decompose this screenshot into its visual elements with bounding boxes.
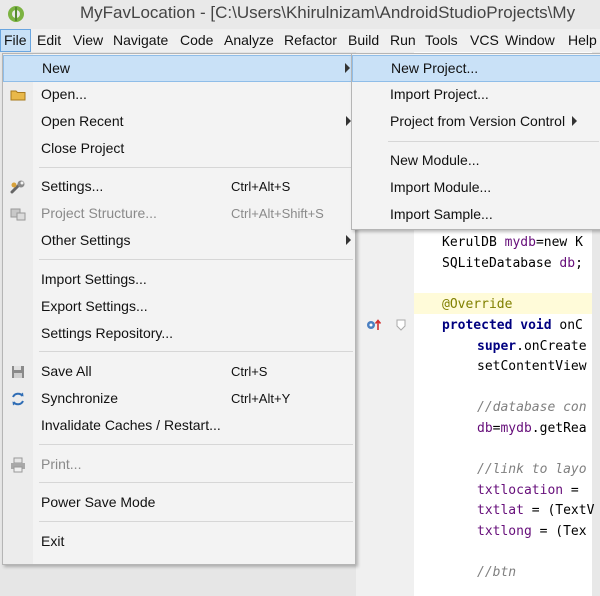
menu-item-import-settings[interactable]: Import Settings... bbox=[3, 267, 355, 294]
submenu-arrow-icon bbox=[572, 116, 577, 126]
menu-item-synchronize[interactable]: Synchronize Ctrl+Alt+Y bbox=[3, 386, 355, 413]
menu-item-project-structure[interactable]: Project Structure... Ctrl+Alt+Shift+S bbox=[3, 201, 355, 228]
file-menu: New Open... Open Recent Close Project Se… bbox=[2, 53, 356, 565]
menu-refactor[interactable]: Refactor bbox=[284, 29, 337, 52]
menu-edit[interactable]: Edit bbox=[37, 29, 61, 52]
menu-bar: File Edit View Navigate Code Analyze Ref… bbox=[0, 29, 600, 53]
code-line: protected void onC bbox=[442, 318, 583, 333]
wrench-icon bbox=[10, 180, 25, 194]
code-line: KerulDB mydb=new K bbox=[442, 235, 583, 250]
submenu-item-new-project[interactable]: New Project... bbox=[352, 55, 600, 82]
menu-separator bbox=[39, 444, 353, 445]
submenu-item-import-sample[interactable]: Import Sample... bbox=[352, 202, 600, 229]
code-line: txtlat = (TextV bbox=[477, 503, 595, 518]
menu-code[interactable]: Code bbox=[180, 29, 213, 52]
menu-help[interactable]: Help bbox=[568, 29, 597, 52]
menu-window[interactable]: Window bbox=[505, 29, 555, 52]
code-line: @Override bbox=[442, 297, 513, 312]
menu-separator bbox=[39, 521, 353, 522]
folder-icon bbox=[10, 90, 26, 101]
submenu-item-new-module[interactable]: New Module... bbox=[352, 148, 600, 175]
menu-item-save-all[interactable]: Save All Ctrl+S bbox=[3, 359, 355, 386]
new-submenu: New Project... Import Project... Project… bbox=[351, 53, 600, 230]
code-comment: //link to layo bbox=[477, 462, 587, 477]
code-comment: //btn bbox=[477, 565, 517, 580]
menu-navigate[interactable]: Navigate bbox=[113, 29, 168, 52]
menu-view[interactable]: View bbox=[73, 29, 103, 52]
menu-separator bbox=[39, 167, 353, 168]
menu-item-print[interactable]: Print... bbox=[3, 452, 355, 479]
menu-item-close-project[interactable]: Close Project bbox=[3, 136, 355, 163]
menu-analyze[interactable]: Analyze bbox=[224, 29, 274, 52]
menu-tools[interactable]: Tools bbox=[425, 29, 458, 52]
code-comment: //database con bbox=[477, 400, 587, 415]
project-structure-icon bbox=[10, 208, 26, 221]
menu-item-new[interactable]: New bbox=[3, 55, 355, 82]
menu-vcs[interactable]: VCS bbox=[470, 29, 499, 52]
submenu-item-import-module[interactable]: Import Module... bbox=[352, 175, 600, 202]
fold-marker-icon[interactable] bbox=[396, 319, 406, 331]
sync-icon bbox=[12, 392, 24, 406]
menu-separator bbox=[39, 259, 353, 260]
code-line: db=mydb.getRea bbox=[477, 421, 587, 436]
menu-item-power-save-mode[interactable]: Power Save Mode bbox=[3, 490, 355, 517]
menu-item-open[interactable]: Open... bbox=[3, 82, 355, 109]
menu-item-exit[interactable]: Exit bbox=[3, 529, 355, 556]
menu-item-invalidate-caches[interactable]: Invalidate Caches / Restart... bbox=[3, 413, 355, 440]
submenu-item-project-from-vcs[interactable]: Project from Version Control bbox=[352, 109, 600, 136]
code-line: txtlong = (Tex bbox=[477, 524, 587, 539]
submenu-arrow-icon bbox=[346, 235, 351, 245]
menu-separator bbox=[39, 351, 353, 352]
code-line: setContentView bbox=[477, 359, 587, 374]
menu-item-settings-repository[interactable]: Settings Repository... bbox=[3, 321, 355, 348]
menu-run[interactable]: Run bbox=[390, 29, 416, 52]
menu-item-other-settings[interactable]: Other Settings bbox=[3, 228, 355, 255]
menu-separator bbox=[39, 482, 353, 483]
menu-item-open-recent[interactable]: Open Recent bbox=[3, 109, 355, 136]
submenu-arrow-icon bbox=[345, 63, 350, 73]
code-line: super.onCreate bbox=[477, 339, 587, 354]
save-icon bbox=[12, 366, 24, 378]
menu-item-export-settings[interactable]: Export Settings... bbox=[3, 294, 355, 321]
menu-separator bbox=[388, 141, 599, 142]
android-studio-logo-icon bbox=[8, 6, 24, 22]
submenu-item-import-project[interactable]: Import Project... bbox=[352, 82, 600, 109]
print-icon bbox=[11, 457, 25, 473]
code-line: txtlocation = bbox=[477, 483, 579, 498]
menu-file[interactable]: File bbox=[0, 29, 31, 52]
code-line: SQLiteDatabase db; bbox=[442, 256, 583, 271]
window-title: MyFavLocation - [C:\Users\Khirulnizam\An… bbox=[80, 3, 576, 22]
menu-item-settings[interactable]: Settings... Ctrl+Alt+S bbox=[3, 174, 355, 201]
override-marker-icon[interactable] bbox=[366, 318, 384, 332]
menu-build[interactable]: Build bbox=[348, 29, 379, 52]
title-bar: MyFavLocation - [C:\Users\Khirulnizam\An… bbox=[0, 0, 600, 29]
